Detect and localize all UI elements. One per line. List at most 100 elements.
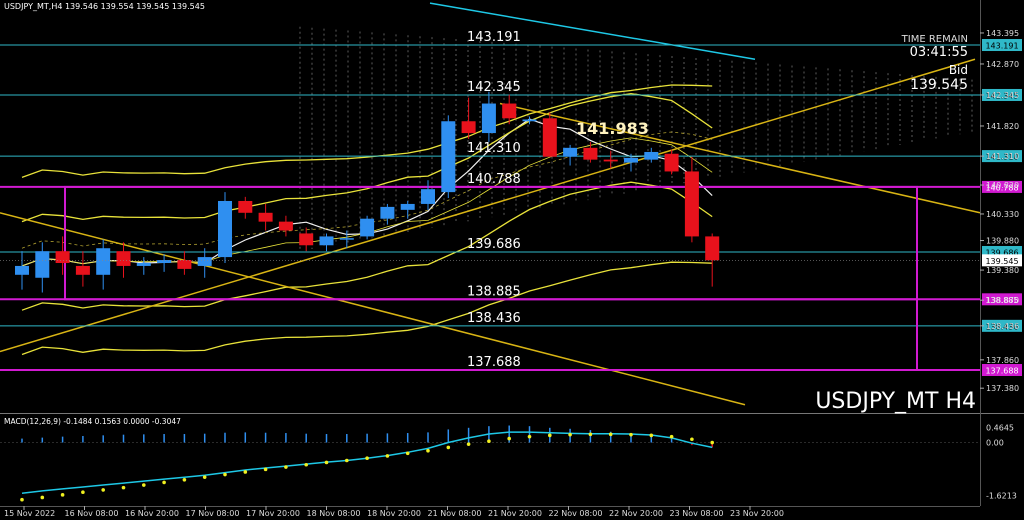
macd-signal-point bbox=[182, 477, 187, 482]
price-tick-label: 139.880 bbox=[986, 237, 1019, 246]
time-tick-label: 22 Nov 20:00 bbox=[609, 509, 663, 518]
candle-body bbox=[441, 121, 456, 193]
macd-signal-point bbox=[385, 454, 390, 458]
macd-signal-point bbox=[405, 451, 410, 456]
current-price-tag-label: 139.545 bbox=[985, 257, 1018, 266]
candle-body bbox=[319, 236, 334, 246]
level-label: 143.191 bbox=[467, 30, 521, 45]
macd-signal-point bbox=[649, 433, 654, 438]
macd-tick-label: -1.6213 bbox=[986, 492, 1017, 501]
candle-body bbox=[360, 218, 375, 237]
macd-signal-point bbox=[588, 432, 593, 437]
candle-body bbox=[75, 265, 90, 275]
macd-signal-point bbox=[324, 460, 329, 465]
time-tick-label: 16 Nov 20:00 bbox=[125, 509, 179, 518]
macd-signal-point bbox=[487, 439, 491, 444]
candle-body bbox=[461, 121, 476, 134]
macd-signal-point bbox=[669, 434, 674, 439]
candle-body bbox=[238, 200, 253, 213]
time-remain-value: 03:41:55 bbox=[910, 45, 968, 60]
level-label: 138.436 bbox=[467, 311, 521, 326]
macd-signal-point bbox=[142, 483, 146, 487]
macd-signal-point bbox=[568, 432, 572, 437]
candle-body bbox=[55, 251, 70, 263]
macd-signal-point bbox=[446, 445, 451, 450]
candle-body bbox=[542, 118, 557, 157]
candle-body bbox=[177, 260, 192, 269]
price-axis-tag-label: 143.191 bbox=[985, 42, 1018, 51]
macd-signal-point bbox=[284, 465, 288, 469]
macd-signal-point bbox=[304, 462, 309, 467]
price-tick-label: 140.820 bbox=[986, 181, 1019, 190]
time-tick-label: 18 Nov 20:00 bbox=[367, 509, 421, 518]
macd-signal-point bbox=[345, 458, 349, 463]
macd-signal-point bbox=[710, 440, 714, 445]
macd-signal-point bbox=[507, 436, 512, 441]
level-label: 142.345 bbox=[467, 80, 521, 95]
candle-body bbox=[583, 147, 598, 160]
price-tick-label: 141.310 bbox=[986, 152, 1019, 161]
candle-body bbox=[35, 251, 50, 278]
candle-body bbox=[96, 248, 111, 275]
candle-body bbox=[258, 212, 273, 222]
macd-signal-point bbox=[548, 433, 552, 438]
macd-label: MACD(12,26,9) -0.1484 0.1563 0.0000 -0.3… bbox=[4, 417, 181, 426]
macd-signal-point bbox=[101, 488, 105, 492]
candle-body bbox=[684, 171, 699, 237]
macd-signal-point bbox=[527, 434, 532, 439]
candle-body bbox=[664, 153, 679, 172]
macd-signal-point bbox=[202, 475, 207, 479]
candle-body bbox=[502, 103, 517, 119]
price-tick-label: 137.380 bbox=[986, 384, 1019, 393]
time-tick-label: 22 Nov 08:00 bbox=[549, 509, 603, 518]
time-tick-label: 16 Nov 08:00 bbox=[65, 509, 119, 518]
macd-signal-point bbox=[608, 432, 613, 437]
macd-signal-point bbox=[629, 432, 633, 437]
time-tick-label: 23 Nov 08:00 bbox=[670, 509, 724, 518]
level-label: 140.788 bbox=[467, 172, 521, 187]
symbol-header: USDJPY_MT,H4 139.546 139.554 139.545 139… bbox=[4, 2, 205, 11]
candle-body bbox=[400, 203, 415, 210]
macd-signal-point bbox=[243, 470, 248, 474]
time-remain-label: TIME REMAIN bbox=[901, 34, 968, 45]
candle-body bbox=[644, 151, 659, 160]
time-tick-label: 18 Nov 08:00 bbox=[307, 509, 361, 518]
level-label: 138.885 bbox=[467, 284, 521, 299]
macd-signal-point bbox=[60, 493, 65, 497]
candle-body bbox=[603, 159, 618, 162]
price-tick-label: 139.380 bbox=[986, 266, 1019, 275]
candle-body bbox=[339, 238, 354, 240]
macd-signal-point bbox=[162, 480, 166, 485]
candle-body bbox=[136, 262, 151, 266]
macd-tick-label: 0.00 bbox=[986, 439, 1004, 448]
candle-body bbox=[421, 189, 435, 204]
candle-body bbox=[218, 200, 232, 258]
highlight-price-label: 141.983 bbox=[576, 119, 649, 138]
candle-body bbox=[299, 233, 314, 246]
candle-body bbox=[197, 257, 212, 266]
price-tick-label: 140.330 bbox=[986, 210, 1019, 219]
price-tick-label: 142.345 bbox=[986, 91, 1019, 100]
time-tick-label: 21 Nov 08:00 bbox=[428, 509, 482, 518]
time-tick-label: 23 Nov 20:00 bbox=[730, 509, 784, 518]
macd-signal-point bbox=[81, 490, 85, 495]
candle-body bbox=[116, 251, 131, 266]
time-tick-label: 21 Nov 20:00 bbox=[488, 509, 542, 518]
time-tick-label: 15 Nov 2022 bbox=[4, 509, 55, 518]
macd-signal-point bbox=[121, 485, 126, 490]
level-label: 137.688 bbox=[467, 355, 521, 370]
watermark: USDJPY_MT H4 bbox=[815, 389, 976, 414]
price-tick-label: 138.436 bbox=[986, 322, 1019, 331]
price-tick-label: 137.860 bbox=[986, 356, 1019, 365]
candle-body bbox=[278, 221, 293, 231]
level-label: 141.310 bbox=[467, 141, 521, 156]
macd-signal-point bbox=[426, 448, 430, 453]
candle-body bbox=[522, 119, 537, 122]
candle-body bbox=[705, 236, 720, 261]
macd-signal-point bbox=[40, 495, 45, 500]
level-label: 139.686 bbox=[467, 237, 521, 252]
price-tick-label: 143.395 bbox=[986, 29, 1019, 38]
candle-body bbox=[481, 103, 496, 134]
price-tick-label: 142.870 bbox=[986, 60, 1019, 69]
macd-signal-point bbox=[690, 437, 694, 442]
